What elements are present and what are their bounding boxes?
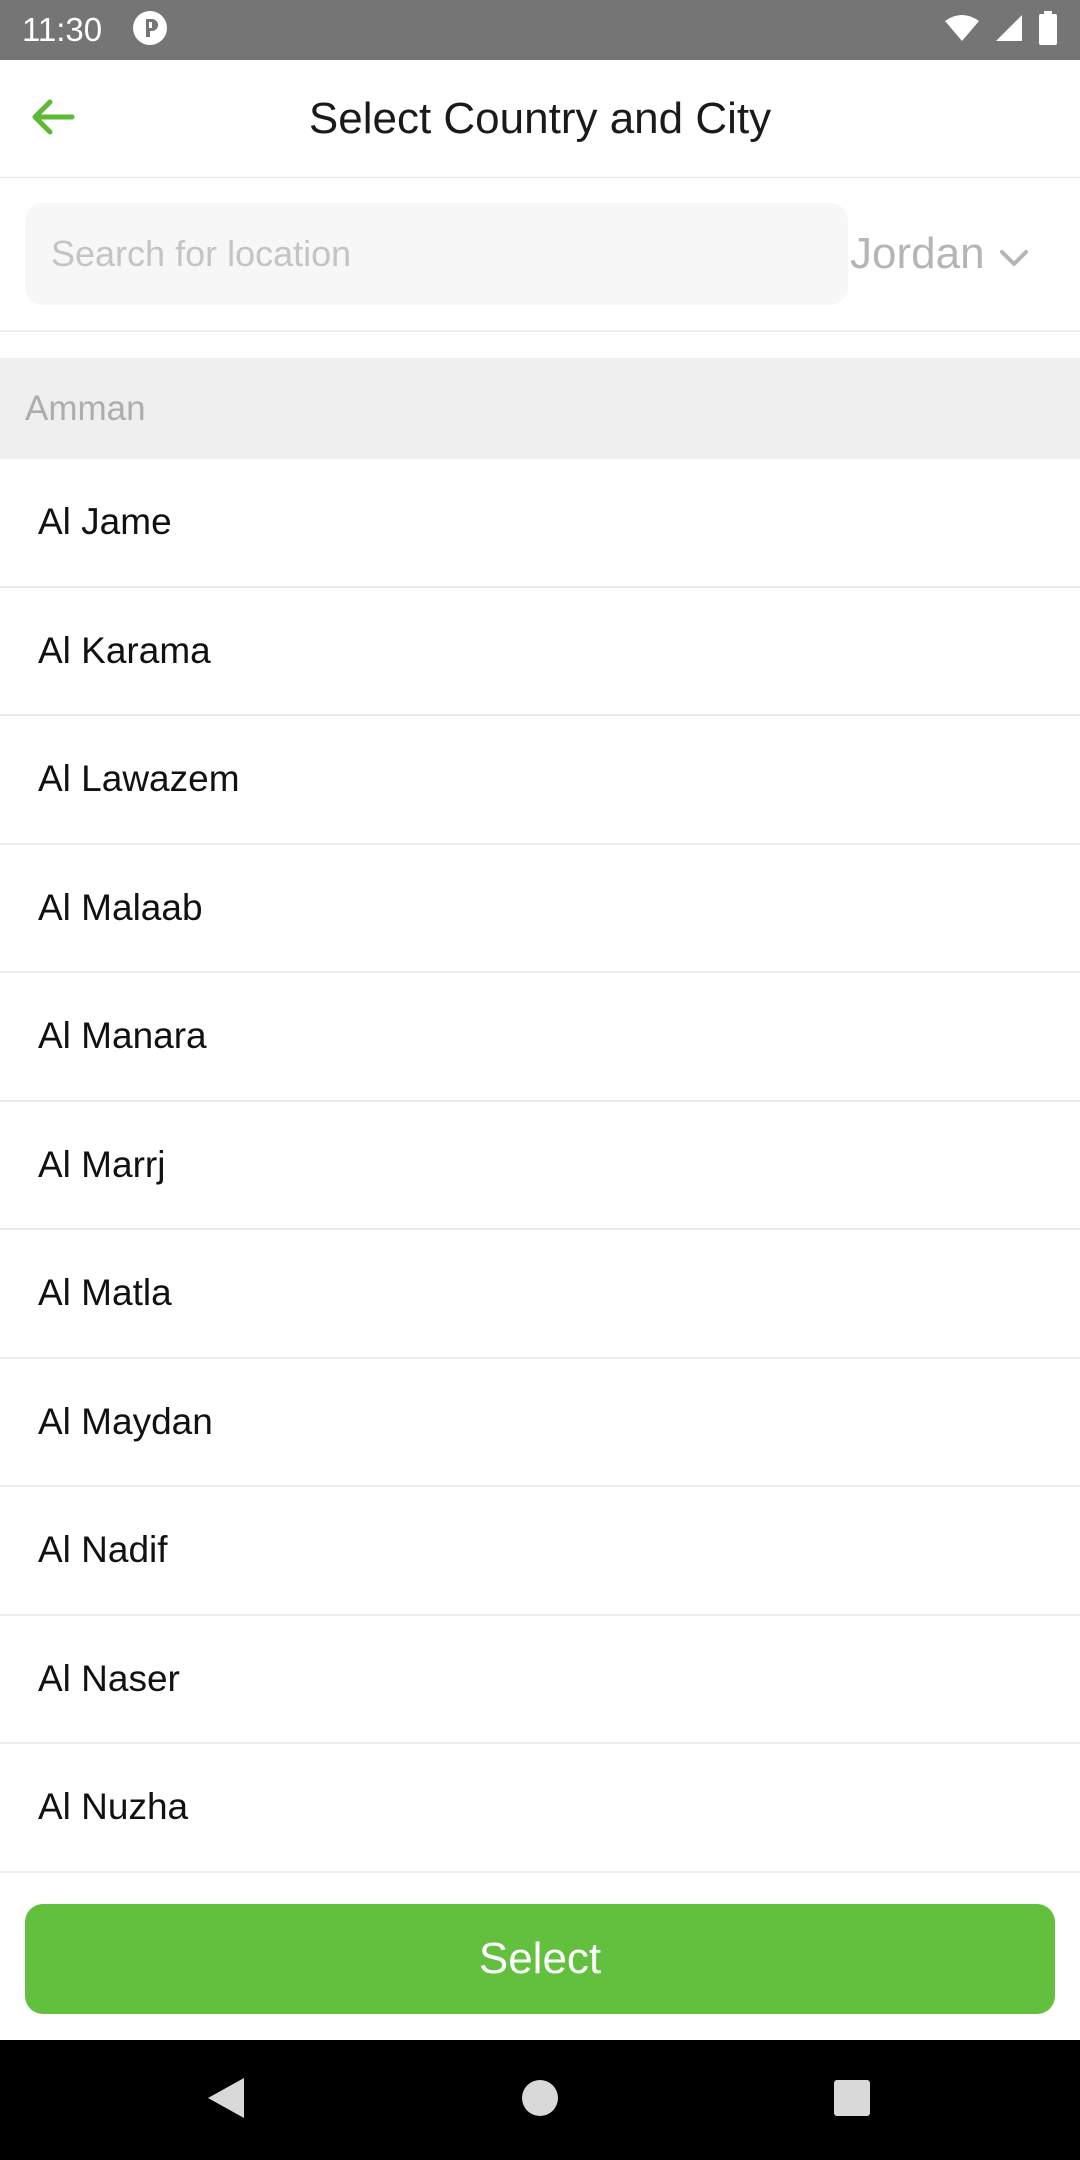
recents-square-icon	[832, 2078, 872, 2123]
search-input[interactable]	[25, 203, 848, 305]
city-list: Al Jame Al Karama Al Lawazem Al Malaab A…	[0, 459, 1080, 1873]
select-button[interactable]: Select	[25, 1904, 1055, 2014]
list-item[interactable]: Al Malaab	[0, 845, 1080, 973]
city-section-header: Amman	[0, 358, 1080, 459]
chevron-down-icon	[999, 229, 1029, 279]
app-notification-icon	[132, 10, 168, 51]
list-item[interactable]: Al Marrj	[0, 1102, 1080, 1230]
list-item[interactable]: Al Nuzha	[0, 1744, 1080, 1873]
app-bar: Select Country and City	[0, 60, 1080, 178]
nav-back-button[interactable]	[166, 2040, 286, 2160]
list-item[interactable]: Al Manara	[0, 973, 1080, 1102]
list-item[interactable]: Al Jame	[0, 459, 1080, 588]
list-item[interactable]: Al Matla	[0, 1230, 1080, 1359]
list-item[interactable]: Al Nadif	[0, 1487, 1080, 1616]
country-dropdown[interactable]: Jordan	[850, 203, 1060, 305]
system-nav-bar	[0, 2040, 1080, 2160]
status-bar: 11:30	[0, 0, 1080, 60]
list-item[interactable]: Al Karama	[0, 588, 1080, 716]
status-time: 11:30	[22, 11, 103, 48]
signal-icon	[994, 13, 1024, 48]
list-item[interactable]: Al Naser	[0, 1616, 1080, 1744]
back-button[interactable]	[24, 90, 82, 148]
arrow-left-icon	[30, 97, 76, 142]
back-triangle-icon	[206, 2076, 246, 2125]
nav-recents-button[interactable]	[792, 2040, 912, 2160]
search-row: Jordan	[0, 178, 1080, 332]
country-selected-label: Jordan	[850, 229, 985, 278]
list-item[interactable]: Al Lawazem	[0, 716, 1080, 845]
status-right	[944, 10, 1058, 50]
battery-icon	[1038, 10, 1058, 50]
wifi-icon	[944, 13, 980, 48]
nav-home-button[interactable]	[480, 2040, 600, 2160]
status-left: 11:30	[22, 10, 168, 51]
list-item[interactable]: Al Maydan	[0, 1359, 1080, 1487]
home-circle-icon	[520, 2078, 560, 2123]
page-title: Select Country and City	[308, 94, 772, 143]
